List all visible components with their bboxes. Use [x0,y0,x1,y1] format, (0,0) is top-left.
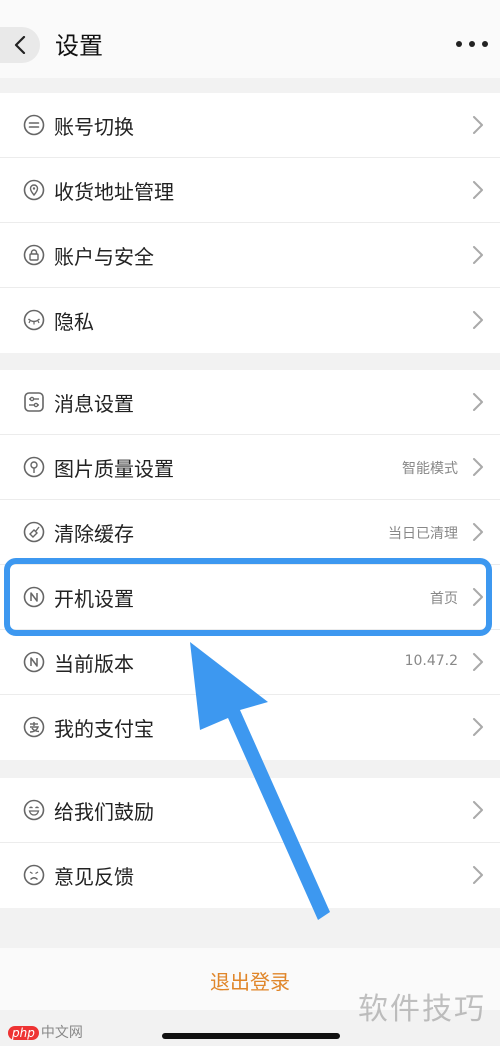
dot-icon [482,41,488,47]
smile-icon [23,799,45,821]
chevron-right-icon [473,801,483,819]
switch-account-icon [23,114,45,136]
chevron-right-icon [473,246,483,264]
row-value: 当日已清理 [388,526,458,542]
row-label: 当前版本 [54,652,134,676]
row-label: 开机设置 [54,587,134,611]
chevron-right-icon [473,311,483,329]
lock-icon [23,244,45,266]
row-label: 账号切换 [54,115,134,139]
row-image-quality[interactable]: 图片质量设置 智能模式 [0,435,500,500]
site-logo-badge: php [8,1026,39,1040]
flower-icon [23,456,45,478]
chevron-right-icon [473,116,483,134]
nav-bar: 设置 [0,0,500,78]
home-indicator [162,1033,340,1039]
row-label: 收货地址管理 [54,180,174,204]
row-value: 智能模式 [402,461,458,477]
frown-icon [23,864,45,886]
n-circle-icon [23,586,45,608]
row-label: 清除缓存 [54,522,134,546]
back-button[interactable] [0,27,40,63]
row-startup-settings[interactable]: 开机设置 首页 [0,565,500,630]
chevron-right-icon [473,458,483,476]
page-title: 设置 [55,32,103,60]
alipay-icon [23,716,45,738]
more-options-button[interactable] [456,36,488,52]
row-value: 首页 [430,591,458,607]
watermark: 软件技巧 [358,992,486,1027]
row-label: 意见反馈 [54,865,134,889]
chevron-right-icon [473,653,483,671]
dot-icon [456,41,462,47]
location-pin-icon [23,179,45,201]
broom-icon [23,521,45,543]
row-label: 给我们鼓励 [54,800,154,824]
pointer-arrow-icon [190,642,330,920]
chevron-right-icon [473,588,483,606]
site-logo-text: 中文网 [40,1025,83,1041]
row-address-management[interactable]: 收货地址管理 [0,158,500,223]
chevron-right-icon [473,718,483,736]
row-label: 消息设置 [54,392,134,416]
chevron-right-icon [473,181,483,199]
row-label: 图片质量设置 [54,457,174,481]
row-value: 10.47.2 [404,653,458,669]
row-privacy[interactable]: 隐私 [0,288,500,353]
row-label: 隐私 [54,310,94,334]
chevron-right-icon [473,866,483,884]
sliders-icon [24,392,44,412]
chevron-left-icon [14,36,26,54]
dot-icon [469,41,475,47]
row-label: 账户与安全 [54,245,154,269]
n-circle-icon [23,651,45,673]
row-switch-account[interactable]: 账号切换 [0,93,500,158]
settings-group-account: 账号切换 收货地址管理 账户与安全 隐私 [0,93,500,353]
row-label: 我的支付宝 [54,717,154,741]
row-clear-cache[interactable]: 清除缓存 当日已清理 [0,500,500,565]
row-account-security[interactable]: 账户与安全 [0,223,500,288]
site-logo: php 中文网 [8,1022,83,1042]
chevron-right-icon [473,393,483,411]
row-message-settings[interactable]: 消息设置 [0,370,500,435]
chevron-right-icon [473,523,483,541]
eye-closed-icon [23,309,45,331]
